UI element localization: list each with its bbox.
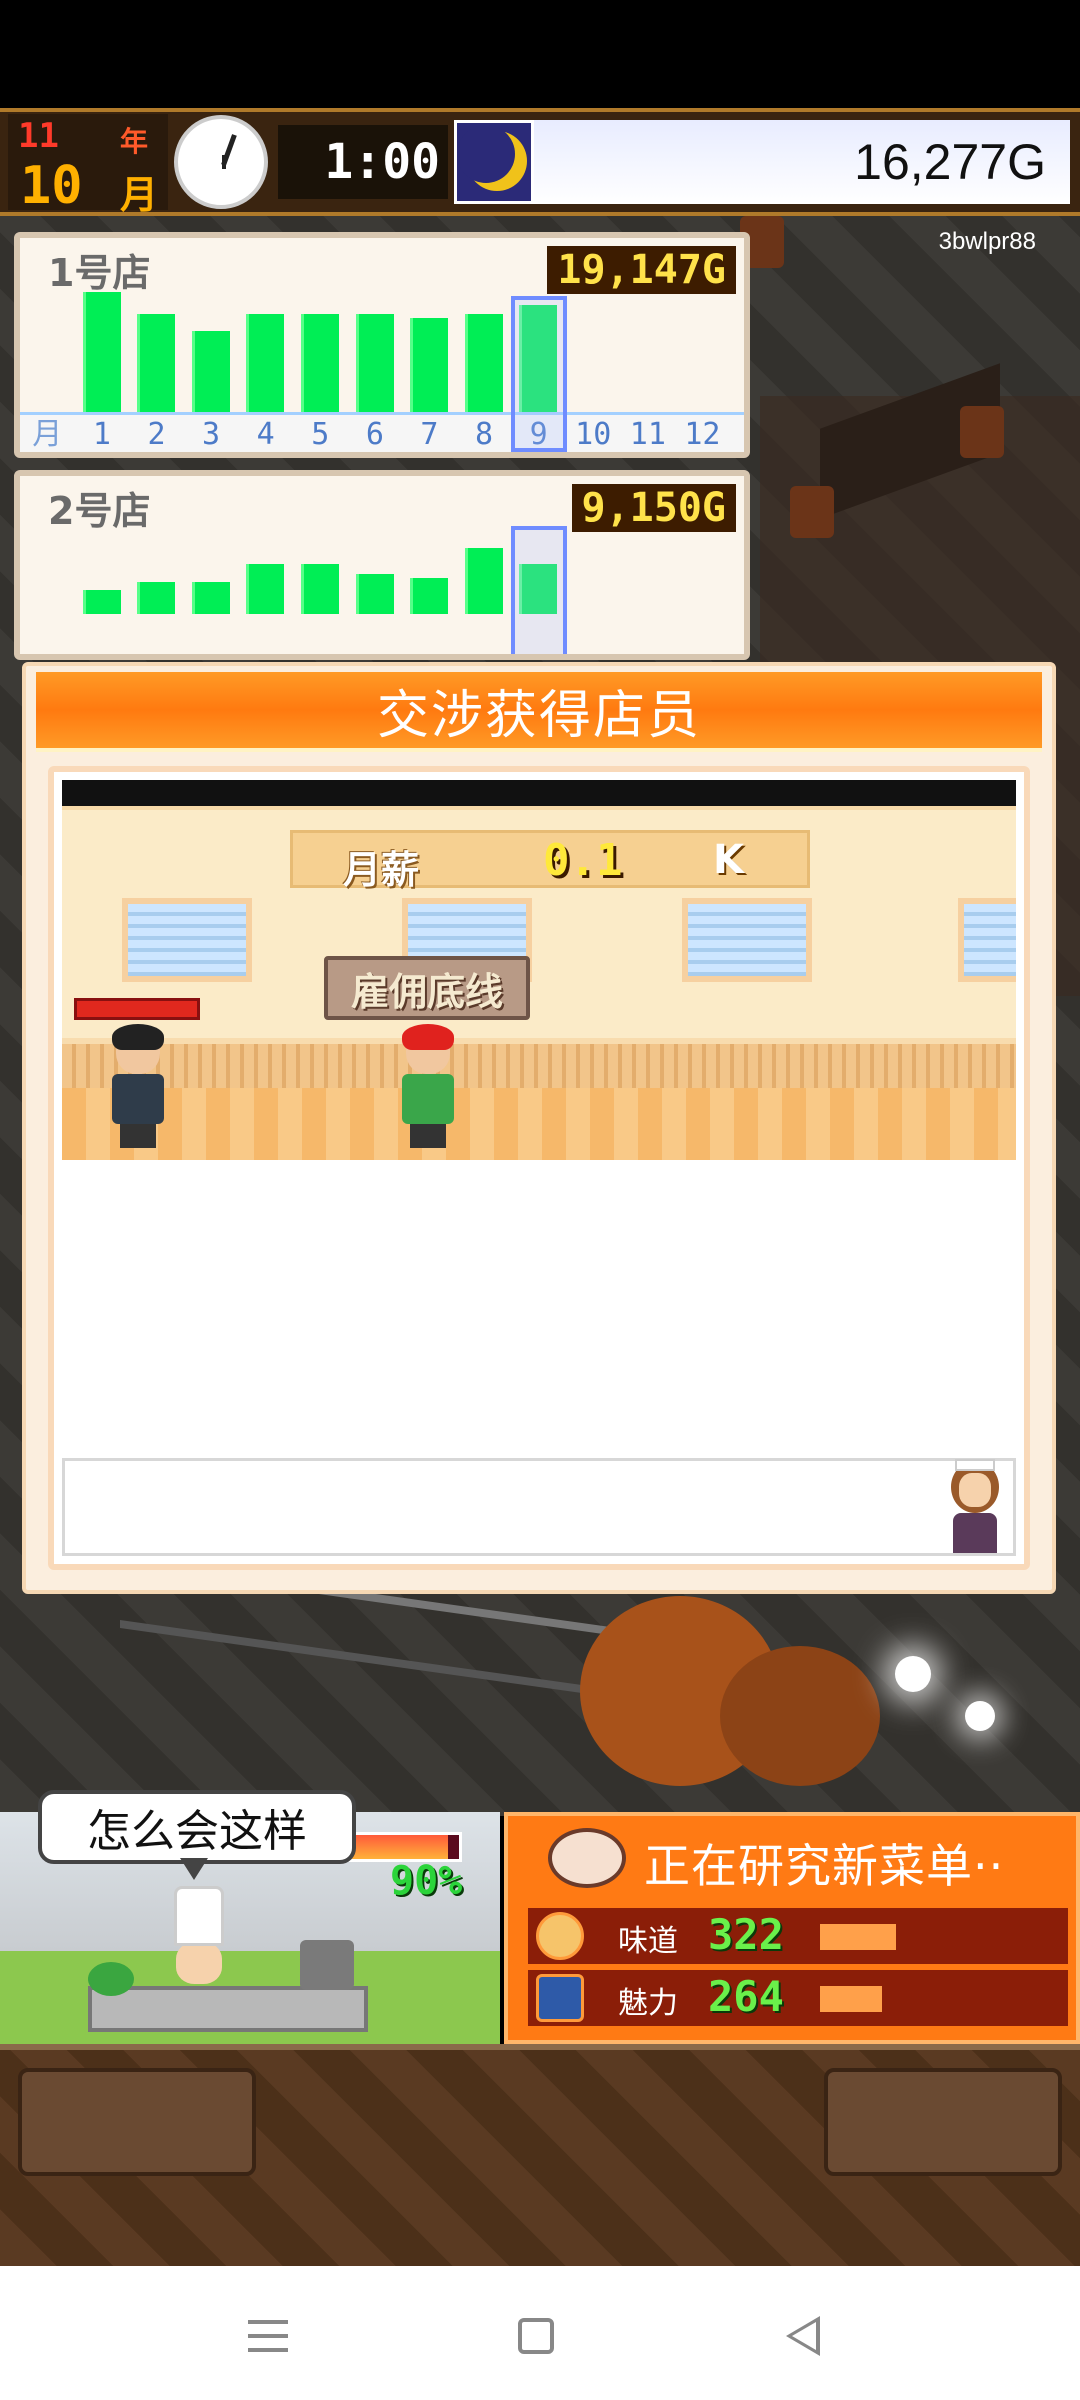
salary-plate: 月薪 0.1 K [290, 830, 810, 892]
sales-bar [301, 564, 339, 614]
stat-row-charm: 魅力 264 [528, 1970, 1068, 2026]
pot-sprite [300, 1940, 354, 1990]
store-1-month-axis: 月 1 2 3 4 5 6 7 8 9 10 11 12 [20, 412, 744, 452]
stool-sprite [790, 486, 834, 538]
store-1-sales-panel[interactable]: 1号店 19,147G 月 1 2 3 4 5 6 7 8 9 10 11 12 [14, 232, 750, 458]
dialog-header: 交涉获得店员 [36, 672, 1042, 752]
month-tick: 7 [420, 417, 439, 452]
patience-gauge [74, 998, 200, 1020]
sales-bar [355, 314, 394, 412]
window-sprite [682, 898, 812, 982]
month-number: 10 [20, 156, 83, 216]
current-month-highlight [511, 526, 568, 654]
street-lamp-light [895, 1656, 931, 1692]
system-navigation-bar [0, 2266, 1080, 2400]
vegetable-sprite [88, 1962, 134, 1996]
research-title: 正在研究新菜单·· [644, 1839, 1005, 1893]
month-tick: 5 [311, 417, 330, 452]
sales-bar [137, 582, 176, 614]
negotiation-dialog: 交涉获得店员 月薪 0.1 K 雇佣底线 [22, 662, 1056, 1594]
sales-bar [464, 548, 503, 614]
research-progress-fill [349, 1835, 448, 1859]
hire-minimum-badge: 雇佣底线 [324, 956, 530, 1020]
sales-bar [246, 314, 285, 412]
dish-icon [548, 1828, 626, 1888]
candidate-character[interactable] [392, 1024, 462, 1148]
research-progress-label: 90% [390, 1858, 463, 1904]
sales-bar [410, 578, 449, 614]
month-label: 月 [120, 173, 159, 217]
stool-sprite [960, 406, 1004, 458]
year-label: 年 [120, 125, 149, 158]
sales-bar [82, 590, 121, 614]
stat-label: 味道 [618, 1924, 678, 1959]
speech-bubble-tail [180, 1858, 208, 1880]
sales-bar [191, 331, 230, 412]
time-display: 1:00 [278, 125, 448, 199]
watermark-text: 3bwlpr88 [938, 228, 1036, 255]
window-sprite [958, 898, 1016, 982]
stat-level-bar [820, 1986, 882, 2012]
bottom-tray [0, 2044, 1080, 2266]
salary-value: 0.1 [543, 835, 623, 886]
month-tick: 2 [147, 417, 166, 452]
month-tick: 8 [475, 417, 494, 452]
stat-row-taste: 味道 322 [528, 1908, 1068, 1964]
current-month-highlight [511, 296, 568, 452]
taste-icon [536, 1912, 584, 1960]
home-icon[interactable] [510, 2310, 562, 2362]
stat-label: 魅力 [618, 1986, 678, 2021]
sales-bar [191, 582, 230, 614]
dialog-body: 月薪 0.1 K 雇佣底线 [48, 766, 1030, 1570]
month-tick: 1 [92, 417, 111, 452]
month-tick: 12 [684, 417, 721, 452]
menu-icon[interactable] [242, 2310, 294, 2362]
month-axis-label: 月 [32, 417, 63, 452]
month-tick: 11 [629, 417, 666, 452]
stat-value: 264 [708, 1972, 784, 2021]
back-icon[interactable] [778, 2310, 830, 2362]
chef-hat-icon [174, 1886, 224, 1946]
staff-portrait-icon [943, 1459, 1007, 1553]
stat-value: 322 [708, 1910, 784, 1959]
sales-bar [246, 564, 285, 614]
year-number: 11 [18, 116, 59, 156]
month-tick: 4 [256, 417, 275, 452]
date-display: 11 年 10 月 [8, 114, 168, 217]
store-1-name: 1号店 [48, 251, 151, 295]
tray-left-button[interactable] [18, 2068, 256, 2176]
dialog-title: 交涉获得店员 [376, 685, 701, 746]
tree-sprite [720, 1646, 880, 1786]
store-2-sales: 9,150G [571, 484, 736, 532]
message-box [62, 1458, 1016, 1556]
store-2-sales-panel[interactable]: 2号店 9,150G [14, 470, 750, 660]
negotiation-scene[interactable]: 月薪 0.1 K 雇佣底线 [62, 780, 1016, 1160]
moon-icon [454, 120, 534, 204]
month-tick: 10 [575, 417, 612, 452]
month-tick: 6 [365, 417, 384, 452]
sales-bar [410, 318, 449, 412]
sales-bar [301, 314, 339, 412]
chef-speech-bubble: 怎么会这样 [38, 1790, 356, 1864]
street-lamp-light [965, 1701, 995, 1731]
analog-clock-icon [174, 115, 268, 209]
window-sprite [122, 898, 252, 982]
stat-level-bar [820, 1924, 896, 1950]
manager-character [102, 1024, 172, 1148]
chef-character [176, 1942, 222, 1984]
sales-bar [137, 314, 176, 412]
month-tick: 3 [202, 417, 221, 452]
sales-bar [355, 574, 394, 614]
sales-bar [82, 292, 121, 412]
tray-right-button[interactable] [824, 2068, 1062, 2176]
charm-icon [536, 1974, 584, 2022]
store-2-name: 2号店 [48, 489, 151, 533]
gold-balance[interactable]: 16,277G [534, 120, 1070, 204]
salary-label: 月薪 [343, 848, 420, 892]
top-status-bar: 11 年 10 月 1:00 16,277G [0, 108, 1080, 217]
store-1-sales: 19,147G [547, 246, 736, 294]
sales-bar [464, 314, 503, 412]
salary-unit: K [713, 837, 744, 883]
menu-research-panel[interactable]: 正在研究新菜单·· 味道 322 魅力 264 [504, 1812, 1080, 2044]
